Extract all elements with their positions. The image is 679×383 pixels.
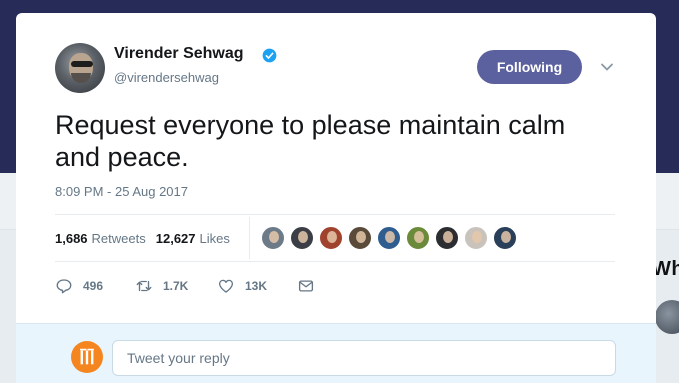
reply-count: 496 bbox=[83, 279, 104, 293]
viewer-avatar bbox=[71, 341, 103, 373]
retweets-label[interactable]: Retweets bbox=[92, 231, 146, 246]
reply-icon bbox=[56, 279, 72, 294]
direct-message-action[interactable] bbox=[297, 277, 315, 295]
liker-avatar[interactable] bbox=[290, 226, 314, 250]
chevron-down-icon[interactable] bbox=[600, 60, 614, 74]
retweets-count[interactable]: 1,686 bbox=[55, 231, 88, 246]
envelope-icon bbox=[298, 280, 314, 292]
liker-avatar[interactable] bbox=[493, 226, 517, 250]
retweet-action[interactable]: 1.7K bbox=[135, 277, 217, 295]
following-button[interactable]: Following bbox=[477, 50, 582, 84]
liker-avatar[interactable] bbox=[261, 226, 285, 250]
liker-avatar[interactable] bbox=[319, 226, 343, 250]
tweet-actions: 496 1.7K 13K bbox=[55, 277, 315, 295]
likes-label[interactable]: Likes bbox=[200, 231, 230, 246]
reply-section bbox=[16, 323, 656, 383]
stats-top-divider bbox=[55, 214, 615, 215]
cricket-stumps-icon bbox=[80, 348, 94, 365]
liker-avatar[interactable] bbox=[464, 226, 488, 250]
tweet-stats: 1,686 Retweets 12,627 Likes bbox=[55, 230, 230, 246]
author-avatar[interactable] bbox=[55, 43, 105, 93]
like-count: 13K bbox=[245, 279, 268, 293]
liker-avatar[interactable] bbox=[435, 226, 459, 250]
tweet-timestamp[interactable]: 8:09 PM - 25 Aug 2017 bbox=[55, 184, 188, 199]
tweet-card: Virender Sehwag @virendersehwag Followin… bbox=[16, 13, 656, 383]
likes-count[interactable]: 12,627 bbox=[156, 231, 196, 246]
heart-icon bbox=[218, 279, 234, 293]
stats-separator bbox=[249, 217, 250, 259]
reply-input[interactable] bbox=[112, 340, 616, 376]
like-action[interactable]: 13K bbox=[217, 277, 297, 295]
reply-action[interactable]: 496 bbox=[55, 277, 135, 295]
tweet-text: Request everyone to please maintain calm… bbox=[55, 110, 566, 172]
stats-bottom-divider bbox=[55, 261, 615, 262]
verified-badge-icon bbox=[262, 48, 277, 63]
retweet-count: 1.7K bbox=[163, 279, 189, 293]
author-handle[interactable]: @virendersehwag bbox=[114, 70, 219, 85]
retweet-icon bbox=[136, 280, 152, 292]
liker-avatar[interactable] bbox=[348, 226, 372, 250]
liker-avatar[interactable] bbox=[406, 226, 430, 250]
tweet-modal-screen: Wh Virender Sehwag @virendersehwag Follo… bbox=[0, 0, 679, 383]
liker-avatar[interactable] bbox=[377, 226, 401, 250]
author-name[interactable]: Virender Sehwag bbox=[114, 45, 244, 63]
liker-avatars bbox=[261, 226, 522, 250]
backdrop-side-heading: Wh bbox=[652, 258, 679, 280]
